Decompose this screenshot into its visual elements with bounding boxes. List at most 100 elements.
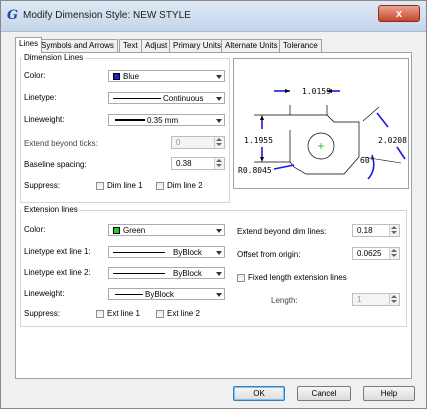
dim-linetype-select[interactable]: Continuous [108, 92, 225, 104]
lines-tab-panel: Dimension Lines Color: Blue Linetype: Co… [15, 52, 412, 379]
lineweight-sample-icon [115, 119, 145, 121]
tab-primary-units[interactable]: Primary Units [169, 39, 226, 52]
extend-beyond-ticks-value: 0 [176, 138, 181, 147]
preview-dim-right: 2.0208 [378, 136, 407, 145]
extend-beyond-ticks-input[interactable]: 0 [171, 136, 225, 149]
ext-lineweight-select[interactable]: ByBlock [108, 288, 225, 300]
tab-adjust[interactable]: Adjust [141, 39, 172, 52]
offset-from-origin-input[interactable]: 0.0625 [352, 247, 400, 260]
dim-line-right-lower [396, 146, 406, 160]
ext-lineweight-label: Lineweight: [24, 289, 65, 298]
spin-buttons[interactable] [389, 294, 399, 305]
spin-buttons[interactable] [389, 225, 399, 236]
chevron-down-icon [216, 97, 222, 101]
cancel-button[interactable]: Cancel [297, 386, 351, 401]
offset-from-origin-value: 0.0625 [357, 249, 382, 258]
tab-lines[interactable]: Lines [15, 37, 43, 53]
ext-suppress-label: Suppress: [24, 309, 61, 318]
tab-symbols-and-arrows[interactable]: Symbols and Arrows [37, 39, 118, 52]
length-value: 1 [357, 295, 362, 304]
help-button[interactable]: Help [363, 386, 415, 401]
arrow-up-icon [216, 138, 222, 141]
length-input[interactable]: 1 [352, 293, 400, 306]
dim-line-2-label: Dim line 2 [167, 181, 203, 190]
chevron-down-icon [216, 119, 222, 123]
dim-linetype-label: Linetype: [24, 93, 57, 102]
arrow-up-icon [391, 249, 397, 252]
ext-color-select[interactable]: Green [108, 224, 225, 236]
preview-angle: 60° [360, 156, 374, 165]
ext-line-2-label: Ext line 2 [167, 309, 200, 318]
baseline-spacing-value: 0.38 [176, 159, 192, 168]
chevron-down-icon [216, 251, 222, 255]
chevron-down-icon [216, 293, 222, 297]
spin-buttons[interactable] [389, 248, 399, 259]
extend-beyond-dim-input[interactable]: 0.18 [352, 224, 400, 237]
title-bar[interactable]: G Modify Dimension Style: NEW STYLE x [1, 1, 426, 32]
arrow-down-icon [391, 300, 397, 303]
blue-swatch-icon [113, 73, 120, 80]
dim-line-2-checkbox[interactable] [156, 182, 164, 190]
line-sample-icon [113, 273, 165, 274]
linetype-ext-1-select[interactable]: ByBlock [108, 246, 225, 258]
arrow-down-icon [391, 231, 397, 234]
dim-color-label: Color: [24, 71, 46, 80]
dim-color-value: Blue [123, 72, 140, 81]
preview-dim-top: 1.0159 [302, 87, 331, 96]
dim-color-select[interactable]: Blue [108, 70, 225, 82]
baseline-spacing-label: Baseline spacing: [24, 160, 87, 169]
arrow-down-icon [391, 254, 397, 257]
extension-line [362, 106, 380, 122]
radius-leader [273, 164, 295, 170]
tab-tolerance[interactable]: Tolerance [279, 39, 322, 52]
line-sample-icon [113, 98, 161, 99]
preview-drawing: 1.0159 1.1955 2.0208 60° R0.8045 [238, 87, 407, 180]
dim-suppress-label: Suppress: [24, 181, 61, 190]
dim-line-1-checkbox[interactable] [96, 182, 104, 190]
close-icon: x [395, 8, 403, 20]
offset-from-origin-label: Offset from origin: [237, 250, 301, 259]
fixed-length-label: Fixed length extension lines [248, 273, 347, 282]
arrowhead [260, 115, 264, 120]
preview-dim-left: 1.1955 [244, 136, 273, 145]
dim-line-1-label: Dim line 1 [107, 181, 143, 190]
extension-lines-heading: Extension lines [22, 205, 80, 214]
dim-lineweight-select[interactable]: 0.35 mm [108, 114, 225, 126]
dim-line-right-upper [376, 112, 389, 128]
ok-button[interactable]: OK [233, 386, 285, 401]
dim-lineweight-label: Lineweight: [24, 115, 65, 124]
linetype-ext-2-select[interactable]: ByBlock [108, 267, 225, 279]
linetype-ext-2-label: Linetype ext line 2: [24, 268, 91, 277]
tab-text[interactable]: Text [119, 39, 142, 52]
spin-buttons[interactable] [214, 137, 224, 148]
line-sample-icon [113, 252, 165, 253]
arrow-down-icon [216, 143, 222, 146]
close-button[interactable]: x [378, 5, 420, 22]
baseline-spacing-input[interactable]: 0.38 [171, 157, 225, 170]
dialog-window: G Modify Dimension Style: NEW STYLE x Li… [0, 0, 427, 409]
preview-radius: R0.8045 [238, 166, 272, 175]
dimension-lines-blue [261, 90, 406, 180]
arrow-up-icon [391, 226, 397, 229]
arrow-down-icon [216, 164, 222, 167]
dimension-preview: 1.0159 1.1955 2.0208 60° R0.8045 [233, 58, 409, 189]
extend-beyond-dim-label: Extend beyond dim lines: [237, 227, 327, 236]
linetype-ext-1-label: Linetype ext line 1: [24, 247, 91, 256]
length-label: Length: [271, 296, 298, 305]
fixed-length-checkbox[interactable] [237, 274, 245, 282]
tab-alternate-units[interactable]: Alternate Units [221, 39, 282, 52]
ext-line-1-label: Ext line 1 [107, 309, 140, 318]
ext-color-value: Green [123, 226, 146, 235]
lineweight-sample-icon [115, 294, 143, 295]
arrowheads [260, 89, 332, 162]
extension-lines-black [362, 106, 402, 164]
app-logo-icon: G [7, 8, 19, 23]
ext-line-1-checkbox[interactable] [96, 310, 104, 318]
spin-buttons[interactable] [214, 158, 224, 169]
extend-beyond-ticks-label: Extend beyond ticks: [24, 139, 98, 148]
ext-color-label: Color: [24, 225, 46, 234]
ext-line-2-checkbox[interactable] [156, 310, 164, 318]
window-title: Modify Dimension Style: NEW STYLE [23, 10, 191, 21]
arrowhead [285, 89, 290, 93]
arrow-up-icon [216, 159, 222, 162]
